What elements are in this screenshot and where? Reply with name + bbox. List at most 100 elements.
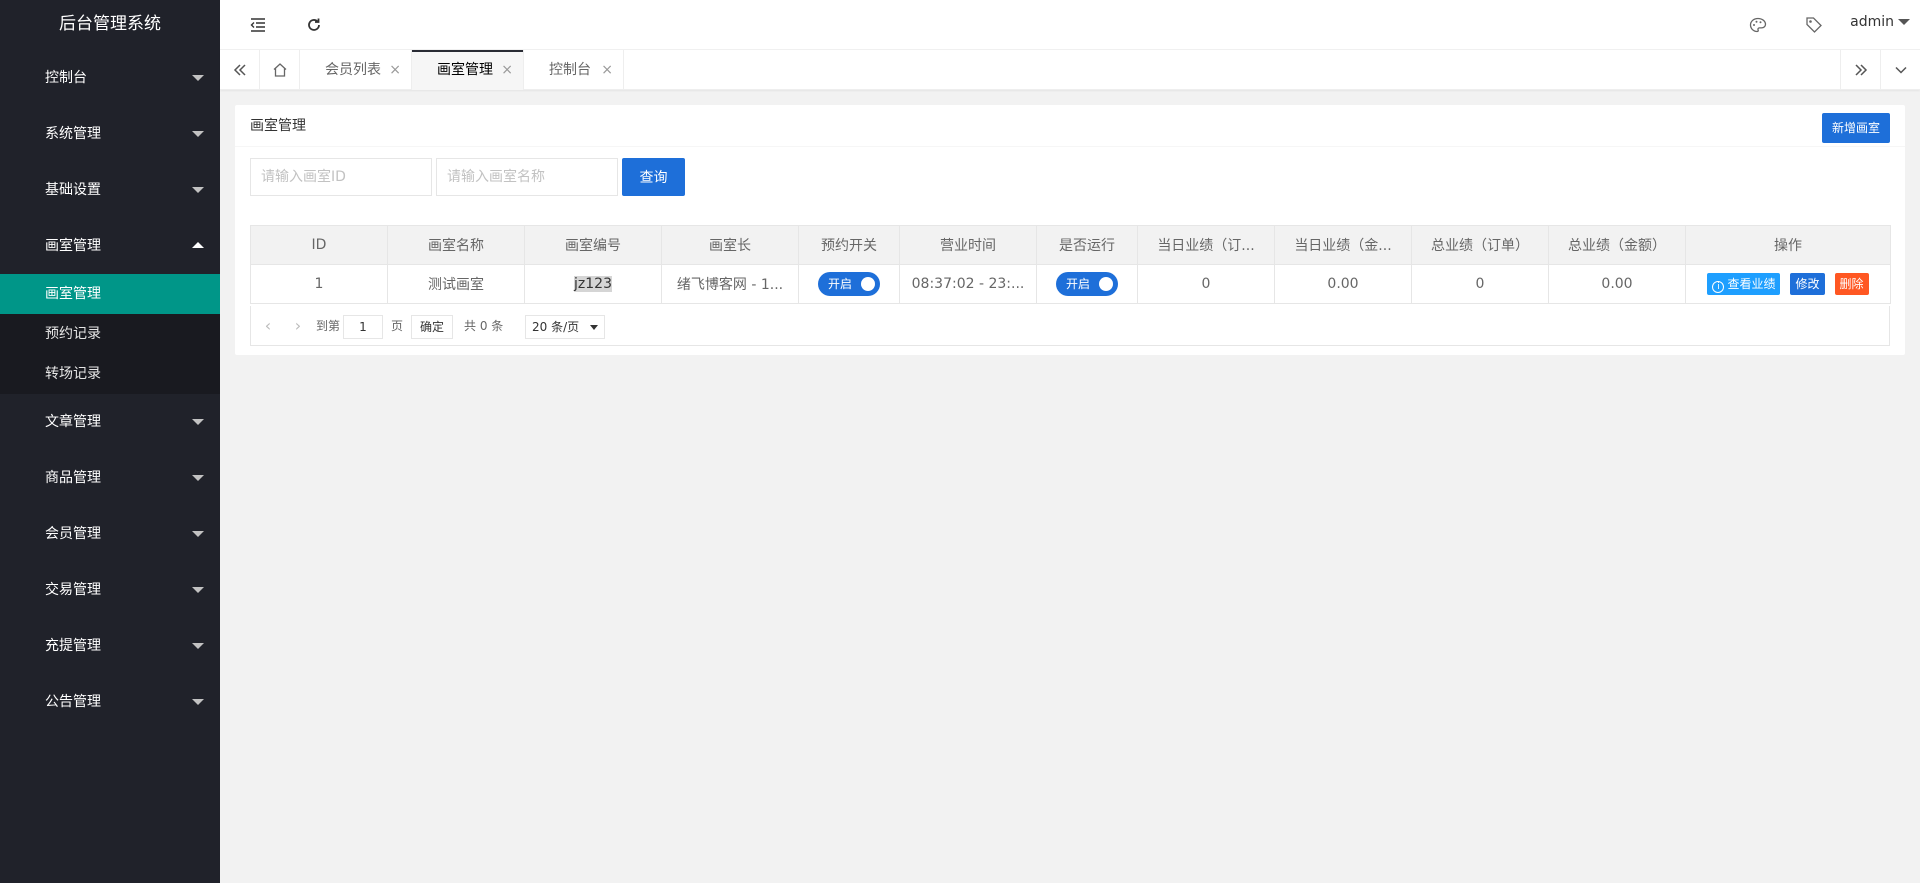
table-header: 画室编号 — [524, 225, 662, 265]
cell-code-text: jz123 — [574, 276, 612, 292]
home-icon[interactable] — [260, 50, 300, 90]
tabs-scroll-right-icon[interactable] — [1840, 50, 1880, 90]
cell-hours: 08:37:02 - 23:... — [899, 264, 1037, 304]
caret-down-icon — [1898, 19, 1910, 25]
sidebar-item-basic-settings[interactable]: 基础设置 — [0, 162, 220, 218]
page-number-input[interactable] — [343, 315, 383, 339]
tab-member-list[interactable]: 会员列表 × — [300, 50, 412, 90]
booking-toggle[interactable]: 开启 — [818, 272, 880, 296]
sidebar-subitem-transfer-records[interactable]: 转场记录 — [0, 354, 220, 394]
sidebar-item-label: 基础设置 — [45, 182, 101, 198]
total-count: 共 0 条 — [464, 319, 504, 333]
table-header: 总业绩（订单） — [1411, 225, 1549, 265]
running-toggle[interactable]: 开启 — [1056, 272, 1118, 296]
sidebar-item-deposit-withdraw[interactable]: 充提管理 — [0, 618, 220, 674]
sidebar-subitem-booking-records[interactable]: 预约记录 — [0, 314, 220, 354]
chevron-up-icon — [192, 242, 204, 248]
goto-label: 到第 — [316, 319, 341, 333]
tabs-scroll-left-icon[interactable] — [220, 50, 260, 90]
chevron-down-icon — [192, 475, 204, 481]
cell-today-amount: 0.00 — [1274, 264, 1412, 304]
cell-code: jz123 — [524, 264, 662, 304]
table-row: 1 测试画室 jz123 绪飞博客网 - 1... 开启 08:37:02 - … — [250, 264, 1891, 304]
table-header: 总业绩（金额） — [1548, 225, 1686, 265]
sidebar-item-products[interactable]: 商品管理 — [0, 450, 220, 506]
table-header: 预约开关 — [798, 225, 900, 265]
page-size-value: 20 条/页 — [532, 320, 580, 334]
chevron-down-icon — [192, 419, 204, 425]
top-header: admin — [220, 0, 1920, 50]
table-header: 营业时间 — [899, 225, 1037, 265]
sidebar-item-studio[interactable]: 画室管理 — [0, 218, 220, 274]
prev-page-icon[interactable]: ‹ — [253, 306, 283, 346]
cell-actions: i 查看业绩 修改 删除 — [1685, 264, 1891, 304]
refresh-icon[interactable] — [302, 13, 326, 37]
search-button[interactable]: 查询 — [622, 158, 685, 196]
toggle-label: 开启 — [1066, 277, 1091, 291]
sidebar-item-label: 交易管理 — [45, 582, 101, 598]
user-menu[interactable]: admin — [1850, 14, 1910, 30]
chevron-down-icon — [192, 187, 204, 193]
username: admin — [1850, 14, 1894, 30]
tabs-dropdown-icon[interactable] — [1880, 50, 1920, 90]
info-icon: i — [1712, 281, 1725, 293]
close-icon[interactable]: × — [389, 50, 401, 90]
sidebar-submenu: 画室管理 预约记录 转场记录 — [0, 274, 220, 394]
sidebar-item-label: 画室管理 — [45, 238, 101, 254]
sidebar-item-label: 充提管理 — [45, 638, 101, 654]
chevron-down-icon — [192, 643, 204, 649]
delete-button[interactable]: 删除 — [1834, 273, 1869, 295]
cell-total-amount: 0.00 — [1548, 264, 1686, 304]
sidebar-item-label: 会员管理 — [45, 526, 101, 542]
cell-total-orders: 0 — [1411, 264, 1549, 304]
page-unit-label: 页 — [391, 319, 404, 333]
next-page-icon[interactable]: › — [283, 306, 313, 346]
chevron-down-icon — [192, 75, 204, 81]
tag-icon[interactable] — [1802, 13, 1826, 37]
card-title: 画室管理 — [235, 105, 1905, 147]
sidebar-item-console[interactable]: 控制台 — [0, 50, 220, 106]
page-confirm-button[interactable]: 确定 — [411, 315, 454, 339]
view-performance-label: 查看业绩 — [1727, 277, 1776, 291]
sidebar-item-transactions[interactable]: 交易管理 — [0, 562, 220, 618]
tab-studio-manage[interactable]: 画室管理 × — [412, 50, 524, 90]
table-header: ID — [250, 225, 388, 265]
sidebar-item-members[interactable]: 会员管理 — [0, 506, 220, 562]
toggle-knob — [1099, 277, 1113, 291]
dropdown-arrow-icon — [590, 325, 598, 330]
sidebar-subitem-studio-manage[interactable]: 画室管理 — [0, 274, 220, 314]
cell-id: 1 — [250, 264, 388, 304]
close-icon[interactable]: × — [501, 50, 513, 90]
close-icon[interactable]: × — [601, 50, 613, 90]
add-studio-button[interactable]: 新增画室 — [1821, 113, 1890, 143]
tabs-bar: 会员列表 × 画室管理 × 控制台 × — [220, 50, 1920, 90]
palette-icon[interactable] — [1746, 13, 1770, 37]
menu-toggle-icon[interactable] — [246, 13, 270, 37]
app-title: 后台管理系统 — [59, 14, 161, 34]
tab-label: 控制台 — [549, 62, 591, 78]
sidebar-item-label: 公告管理 — [45, 694, 101, 710]
edit-button[interactable]: 修改 — [1790, 273, 1825, 295]
studio-id-input[interactable] — [250, 158, 432, 196]
sidebar-item-announcements[interactable]: 公告管理 — [0, 674, 220, 730]
sidebar-item-label: 控制台 — [45, 70, 87, 86]
cell-today-orders: 0 — [1137, 264, 1275, 304]
sidebar: 后台管理系统 控制台 系统管理 基础设置 画室管理 画室管理 预约记录 转场记录… — [0, 0, 220, 883]
view-performance-button[interactable]: i 查看业绩 — [1707, 273, 1781, 295]
studio-name-input[interactable] — [436, 158, 618, 196]
cell-running-switch: 开启 — [1036, 264, 1138, 304]
toggle-label: 开启 — [828, 277, 853, 291]
table-header: 操作 — [1685, 225, 1891, 265]
table-header: 当日业绩（金... — [1274, 225, 1412, 265]
sidebar-item-system[interactable]: 系统管理 — [0, 106, 220, 162]
sidebar-item-articles[interactable]: 文章管理 — [0, 394, 220, 450]
tab-console[interactable]: 控制台 × — [524, 50, 624, 90]
table-header: 当日业绩（订... — [1137, 225, 1275, 265]
cell-name: 测试画室 — [387, 264, 525, 304]
cell-owner: 绪飞博客网 - 1... — [661, 264, 799, 304]
page-size-select[interactable]: 20 条/页 — [525, 315, 605, 339]
pagination: ‹ › 到第 页 确定 共 0 条 20 条/页 — [250, 306, 1890, 346]
sidebar-item-label: 文章管理 — [45, 414, 101, 430]
chevron-down-icon — [192, 699, 204, 705]
table-header: 是否运行 — [1036, 225, 1138, 265]
